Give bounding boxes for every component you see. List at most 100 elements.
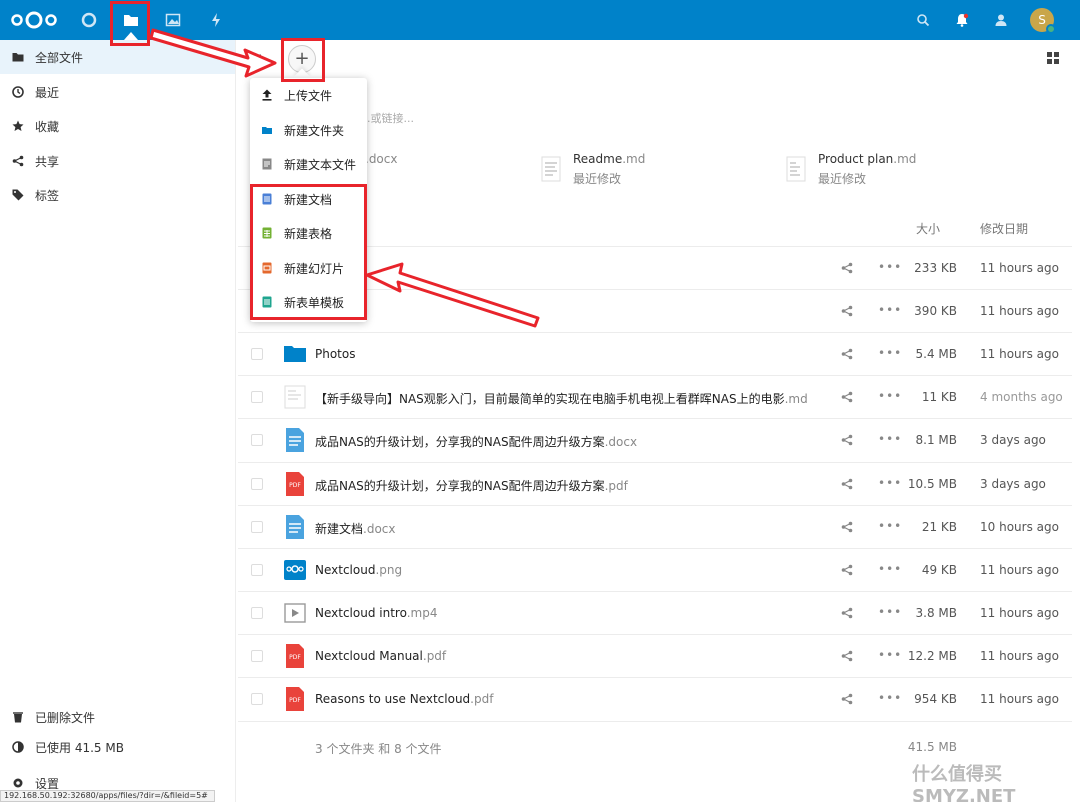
file-size: 8.1 MB — [915, 433, 957, 447]
contacts-button[interactable] — [981, 0, 1021, 40]
dashboard-app-button[interactable] — [69, 0, 109, 40]
file-row[interactable]: 新建文档.docx ••• 21 KB 10 hours ago — [238, 505, 1072, 548]
activity-app-button[interactable] — [196, 0, 236, 40]
online-status-icon — [1046, 24, 1056, 34]
grid-view-toggle-icon[interactable] — [1047, 52, 1059, 64]
row-select-checkbox[interactable] — [251, 478, 263, 490]
file-row[interactable]: PDF Reasons to use Nextcloud.pdf ••• 954 KB… — [238, 677, 1072, 720]
more-actions-icon[interactable]: ••• — [878, 692, 901, 705]
nextcloud-logo-icon[interactable] — [8, 10, 60, 30]
sidebar-item-favorites[interactable]: 收藏 — [0, 109, 235, 143]
file-name[interactable]: Nextcloud.png — [315, 563, 402, 577]
file-modified-date: 11 hours ago — [980, 261, 1059, 275]
file-modified-date: 10 hours ago — [980, 520, 1059, 534]
more-actions-icon[interactable]: ••• — [878, 649, 901, 662]
row-select-checkbox[interactable] — [251, 650, 263, 662]
recent-file-card[interactable]: .docx — [365, 152, 397, 192]
row-select-checkbox[interactable] — [251, 391, 263, 403]
share-icon[interactable] — [841, 348, 853, 360]
file-name[interactable]: Reasons to use Nextcloud.pdf — [315, 692, 493, 706]
row-select-checkbox[interactable] — [251, 564, 263, 576]
svg-text:PDF: PDF — [289, 654, 301, 661]
more-actions-icon[interactable]: ••• — [878, 520, 901, 533]
bell-icon — [956, 13, 969, 27]
notifications-button[interactable] — [942, 0, 982, 40]
share-icon[interactable] — [841, 607, 853, 619]
sidebar-item-recent[interactable]: 最近 — [0, 75, 235, 109]
folder-icon — [12, 51, 24, 63]
filter-hint: ...或链接... — [360, 112, 414, 125]
more-actions-icon[interactable]: ••• — [878, 606, 901, 619]
file-name[interactable]: Nextcloud Manual.pdf — [315, 649, 446, 663]
tag-icon — [12, 189, 24, 201]
file-name[interactable]: 成品NAS的升级计划，分享我的NAS配件周边升级方案.docx — [315, 433, 637, 450]
more-actions-icon[interactable]: ••• — [878, 433, 901, 446]
file-name[interactable]: Nextcloud intro.mp4 — [315, 606, 437, 620]
more-actions-icon[interactable]: ••• — [878, 347, 901, 360]
file-name[interactable]: 【新手级导向】NAS观影入门，目前最简单的实现在电脑手机电视上看群晖NAS上的电… — [315, 390, 808, 407]
share-icon[interactable] — [841, 650, 853, 662]
file-row[interactable]: PDF 成品NAS的升级计划，分享我的NAS配件周边升级方案.pdf ••• 10.5… — [238, 462, 1072, 505]
file-size: 3.8 MB — [915, 606, 957, 620]
sidebar-item-shares[interactable]: 共享 — [0, 144, 235, 178]
share-icon[interactable] — [841, 521, 853, 533]
share-icon[interactable] — [841, 564, 853, 576]
file-name[interactable]: 成品NAS的升级计划，分享我的NAS配件周边升级方案.pdf — [315, 477, 628, 494]
column-header-modified[interactable]: 修改日期 — [980, 220, 1028, 237]
file-size: 233 KB — [914, 261, 957, 275]
share-icon[interactable] — [841, 693, 853, 705]
more-actions-icon[interactable]: ••• — [878, 304, 901, 317]
sidebar-item-label: 标签 — [35, 188, 60, 203]
file-modified-date: 4 months ago — [980, 390, 1063, 404]
photos-app-button[interactable] — [153, 0, 193, 40]
more-actions-icon[interactable]: ••• — [878, 563, 901, 576]
file-row[interactable]: Nextcloud intro.mp4 ••• 3.8 MB 11 hours ago — [238, 591, 1072, 634]
file-size: 5.4 MB — [915, 347, 957, 361]
search-button[interactable] — [903, 0, 943, 40]
annotation-box-files-app — [110, 1, 150, 46]
row-select-checkbox[interactable] — [251, 521, 263, 533]
more-actions-icon[interactable]: ••• — [878, 477, 901, 490]
trash-icon — [12, 711, 24, 723]
sidebar-item-tags[interactable]: 标签 — [0, 178, 235, 212]
row-select-checkbox[interactable] — [251, 607, 263, 619]
share-icon[interactable] — [841, 391, 853, 403]
browser-status-url: 192.168.50.192:32680/apps/files/?dir=/&f… — [0, 790, 215, 802]
recent-file-card[interactable]: Product plan.md 最近修改 — [786, 152, 916, 192]
recent-file-card[interactable]: Readme.md 最近修改 — [541, 152, 645, 192]
share-icon[interactable] — [841, 434, 853, 446]
row-select-checkbox[interactable] — [251, 348, 263, 360]
file-row[interactable]: Nextcloud.png ••• 49 KB 11 hours ago — [238, 548, 1072, 591]
menu-item-new-folder[interactable]: 新建文件夹 — [250, 113, 367, 147]
pdf-file-icon: PDF — [284, 644, 306, 668]
pdf-file-icon: PDF — [284, 472, 306, 496]
annotation-box-office-items — [250, 184, 367, 320]
file-name[interactable]: 新建文档.docx — [315, 520, 396, 537]
sidebar-item-label: 共享 — [35, 154, 60, 169]
pdf-file-icon: PDF — [284, 687, 306, 711]
file-name[interactable]: Photos — [315, 347, 355, 361]
share-icon[interactable] — [841, 478, 853, 490]
file-row[interactable]: 成品NAS的升级计划，分享我的NAS配件周边升级方案.docx ••• 8.1 MB… — [238, 418, 1072, 461]
column-header-size[interactable]: 大小 — [916, 220, 940, 237]
menu-item-new-text-file[interactable]: 新建文本文件 — [250, 147, 367, 181]
file-modified-date: 11 hours ago — [980, 304, 1059, 318]
more-actions-icon[interactable]: ••• — [878, 390, 901, 403]
share-icon[interactable] — [841, 305, 853, 317]
file-row[interactable]: 【新手级导向】NAS观影入门，目前最简单的实现在电脑手机电视上看群晖NAS上的电… — [238, 375, 1072, 418]
sidebar-item-label: 收藏 — [35, 119, 60, 134]
sidebar-item-deleted-files[interactable]: 已删除文件 — [0, 700, 235, 734]
menu-item-upload[interactable]: 上传文件 — [250, 78, 367, 112]
png-file-icon — [284, 558, 306, 582]
recent-file-sub: 最近修改 — [573, 172, 622, 186]
file-row[interactable]: PDF Nextcloud Manual.pdf ••• 12.2 MB 11 hour… — [238, 634, 1072, 677]
file-modified-date: 3 days ago — [980, 477, 1046, 491]
more-actions-icon[interactable]: ••• — [878, 261, 901, 274]
row-select-checkbox[interactable] — [251, 434, 263, 446]
breadcrumb-home-icon[interactable] — [250, 50, 262, 64]
row-select-checkbox[interactable] — [251, 693, 263, 705]
file-size: 21 KB — [921, 520, 957, 534]
share-icon[interactable] — [841, 262, 853, 274]
file-size: 390 KB — [914, 304, 957, 318]
file-row[interactable]: Photos ••• 5.4 MB 11 hours ago — [238, 332, 1072, 375]
